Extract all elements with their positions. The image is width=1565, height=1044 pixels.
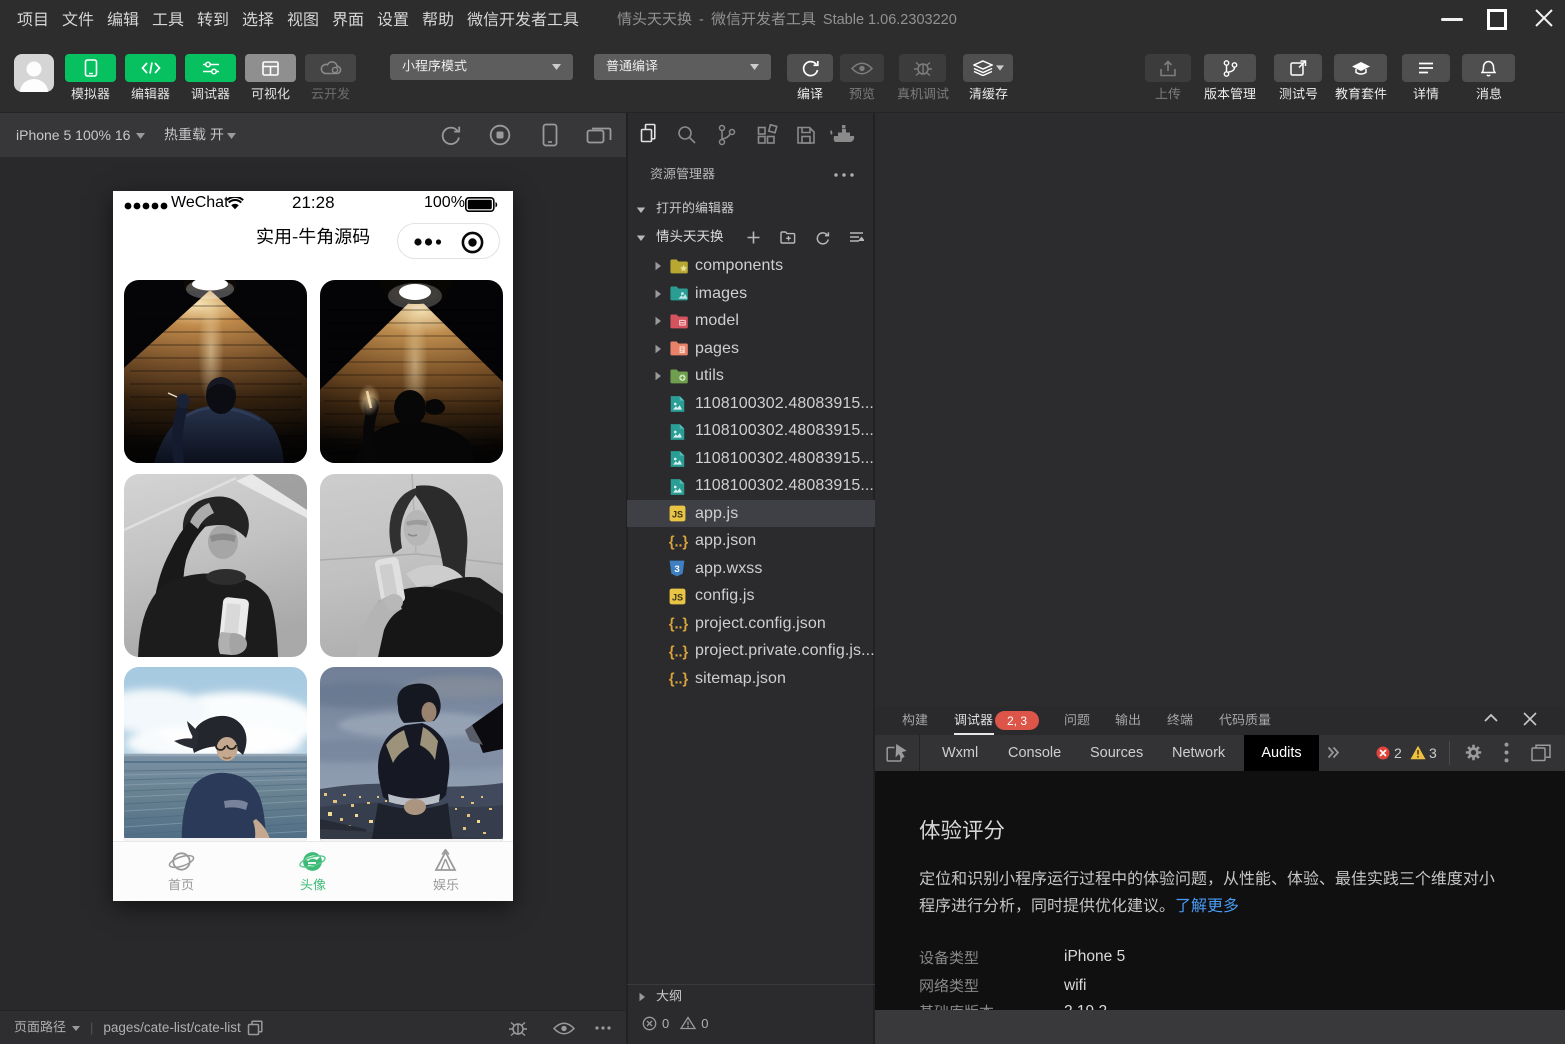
svg-text:{..}: {..}: [669, 644, 688, 659]
svg-text:{..}: {..}: [669, 617, 688, 632]
svg-text:JS: JS: [672, 509, 683, 519]
svg-text:{..}: {..}: [669, 672, 688, 687]
svg-text:{..}: {..}: [669, 534, 688, 549]
svg-text:3: 3: [674, 564, 679, 575]
svg-text:JS: JS: [672, 592, 683, 602]
